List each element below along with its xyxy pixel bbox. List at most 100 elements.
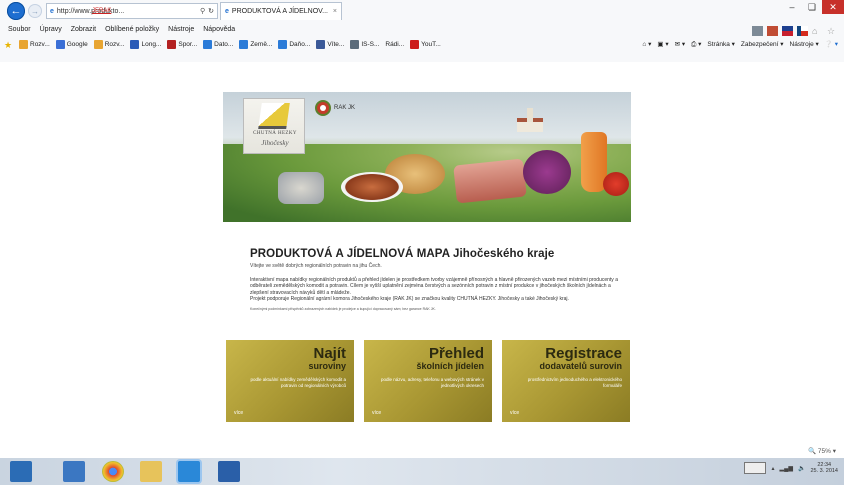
tomato-image: [603, 172, 629, 196]
card-description: podle aktuální nabídky zemědělských komo…: [250, 377, 346, 388]
favorite-label: Země...: [250, 40, 273, 48]
card-subtitle: dodavatelů surovin: [539, 361, 622, 371]
favorite-item[interactable]: Víte...: [316, 39, 344, 49]
page-content: CHUTNÁ HEZKY Jihočesky RAK JK PRODUKTOVÁ…: [0, 62, 844, 442]
favorite-item[interactable]: Long...: [130, 39, 161, 49]
menu-file[interactable]: Soubor: [8, 26, 31, 33]
zoom-dropdown-icon[interactable]: ▾: [833, 448, 836, 455]
favorite-item[interactable]: YouT...: [410, 39, 441, 49]
volume-icon[interactable]: 🔈: [798, 465, 805, 472]
close-icon[interactable]: ✕: [822, 0, 844, 14]
rak-jk-logo[interactable]: RAK JK: [315, 100, 355, 116]
home-icon[interactable]: ⌂: [812, 26, 823, 36]
safety-menu[interactable]: Zabezpečení ▾: [741, 40, 784, 48]
server-manager-icon[interactable]: [10, 461, 32, 482]
card-title: Najít: [313, 345, 346, 362]
church-image: [513, 108, 547, 132]
card-description: podle názvu, adresy, telefonu a webových…: [381, 377, 484, 388]
compat-icon[interactable]: [752, 26, 763, 36]
fav-icon: [93, 39, 103, 49]
intro-section: PRODUKTOVÁ A JÍDELNOVÁ MAPA Jihočeského …: [250, 248, 630, 311]
back-button[interactable]: ←: [7, 2, 25, 20]
hero-banner: CHUTNÁ HEZKY Jihočesky RAK JK: [223, 92, 631, 222]
minimize-icon[interactable]: –: [782, 0, 802, 14]
command-bar: ⌂ ▾ ▣ ▾ ✉ ▾ ⎙ ▾ Stránka ▾ Zabezpečení ▾ …: [642, 36, 838, 52]
find-ingredients-card[interactable]: Najít suroviny podle aktuální nabídky ze…: [226, 340, 354, 422]
school-canteens-card[interactable]: Přehled školních jídelen podle názvu, ad…: [364, 340, 492, 422]
home-button[interactable]: ⌂ ▾: [642, 40, 651, 48]
card-subtitle: školních jídelen: [416, 361, 484, 371]
ham-image: [453, 158, 527, 204]
address-text: http://www.produkto...: [56, 7, 125, 15]
favorite-label: Spor...: [178, 40, 198, 48]
chutna-hezky-logo[interactable]: CHUTNÁ HEZKY Jihočesky: [243, 98, 305, 154]
chrome-icon[interactable]: [102, 461, 124, 482]
favorites-star[interactable]: ★: [4, 40, 13, 50]
card-description: prostřednictvím jednoduchého a elektroni…: [527, 377, 622, 388]
favorite-item[interactable]: Spor...: [167, 39, 198, 49]
system-tray: ▴ ▂▄▆ 🔈 22:34 25. 3. 2014: [744, 462, 838, 474]
flag-uk-icon[interactable]: [782, 26, 793, 36]
mail-button[interactable]: ✉ ▾: [675, 40, 686, 48]
page-menu[interactable]: Stránka ▾: [707, 40, 734, 48]
address-bar[interactable]: e http://www.produkto... ⚲ JERAK ↻: [46, 3, 218, 19]
favorite-item[interactable]: Daňo...: [278, 39, 310, 49]
youtube-icon: [410, 39, 420, 49]
card-more-link[interactable]: více: [234, 410, 243, 416]
favorite-item[interactable]: Rozv...: [19, 39, 50, 49]
zoom-icon: 🔍: [808, 448, 817, 455]
flag-cz-icon[interactable]: [797, 26, 808, 36]
folder-icon[interactable]: [140, 461, 162, 482]
addon-icon[interactable]: [767, 26, 778, 36]
page-subtitle: Vítejte ve světě dobrých regionálních po…: [250, 263, 382, 269]
word-icon[interactable]: [218, 461, 240, 482]
refresh-icon[interactable]: ↻: [208, 7, 214, 15]
tab-title: PRODUKTOVÁ A JÍDELNOV...: [231, 8, 328, 15]
address-rak-link[interactable]: JERAK: [92, 8, 111, 14]
internet-explorer-icon[interactable]: [178, 461, 200, 482]
help-icon[interactable]: ❔ ▾: [825, 40, 838, 48]
menu-tools[interactable]: Nástroje: [168, 26, 194, 33]
fav-icon: [167, 39, 177, 49]
fav-icon: [350, 39, 360, 49]
menu-favorites[interactable]: Oblíbené položky: [105, 26, 159, 33]
card-more-link[interactable]: více: [372, 410, 381, 416]
restore-icon[interactable]: ❏: [802, 0, 822, 14]
tray-arrow-icon[interactable]: ▴: [771, 465, 774, 472]
forward-button[interactable]: →: [28, 4, 42, 18]
card-title: Registrace: [545, 345, 622, 362]
network-icon[interactable]: ▂▄▆: [780, 465, 793, 472]
status-bar: 🔍 75% ▾: [0, 447, 844, 457]
favorite-item[interactable]: Rozv...: [93, 39, 124, 49]
favorite-item[interactable]: Země...: [239, 39, 273, 49]
ie-icon: [239, 39, 249, 49]
favorite-item[interactable]: Rádi...: [385, 41, 404, 48]
ie-icon: [203, 39, 213, 49]
taskbar: ▴ ▂▄▆ 🔈 22:34 25. 3. 2014: [0, 458, 844, 485]
menu-help[interactable]: Nápověda: [203, 26, 235, 33]
rak-label: RAK JK: [334, 105, 356, 111]
feeds-button[interactable]: ▣ ▾: [657, 40, 668, 48]
favorite-label: Rozv...: [30, 40, 50, 48]
facebook-icon: [316, 39, 326, 49]
card-more-link[interactable]: více: [510, 410, 519, 416]
supplier-registration-card[interactable]: Registrace dodavatelů surovin prostředni…: [502, 340, 630, 422]
menu-edit[interactable]: Úpravy: [40, 26, 62, 33]
print-button[interactable]: ⎙ ▾: [691, 40, 701, 49]
tools-menu[interactable]: Nástroje ▾: [790, 40, 819, 48]
explorer-icon[interactable]: [63, 461, 85, 482]
clock[interactable]: 22:34 25. 3. 2014: [810, 462, 838, 474]
project-paragraph: Projekt podporuje Regionální agrární kom…: [250, 295, 569, 302]
favorite-item[interactable]: Dato...: [203, 39, 233, 49]
favorites-star-icon[interactable]: ☆: [827, 26, 838, 36]
menu-bar: Soubor Úpravy Zobrazit Oblíbené položky …: [0, 22, 235, 36]
zoom-level[interactable]: 75%: [818, 448, 831, 455]
tab-active[interactable]: e PRODUKTOVÁ A JÍDELNOV... ×: [220, 2, 342, 20]
tab-close-icon[interactable]: ×: [333, 8, 337, 15]
cheese-image: [278, 172, 324, 204]
search-icon[interactable]: ⚲: [200, 7, 205, 15]
menu-view[interactable]: Zobrazit: [71, 26, 96, 33]
keyboard-icon[interactable]: [744, 462, 767, 474]
favorite-item[interactable]: Google: [55, 39, 88, 49]
favorite-item[interactable]: IS-S...: [350, 39, 379, 49]
